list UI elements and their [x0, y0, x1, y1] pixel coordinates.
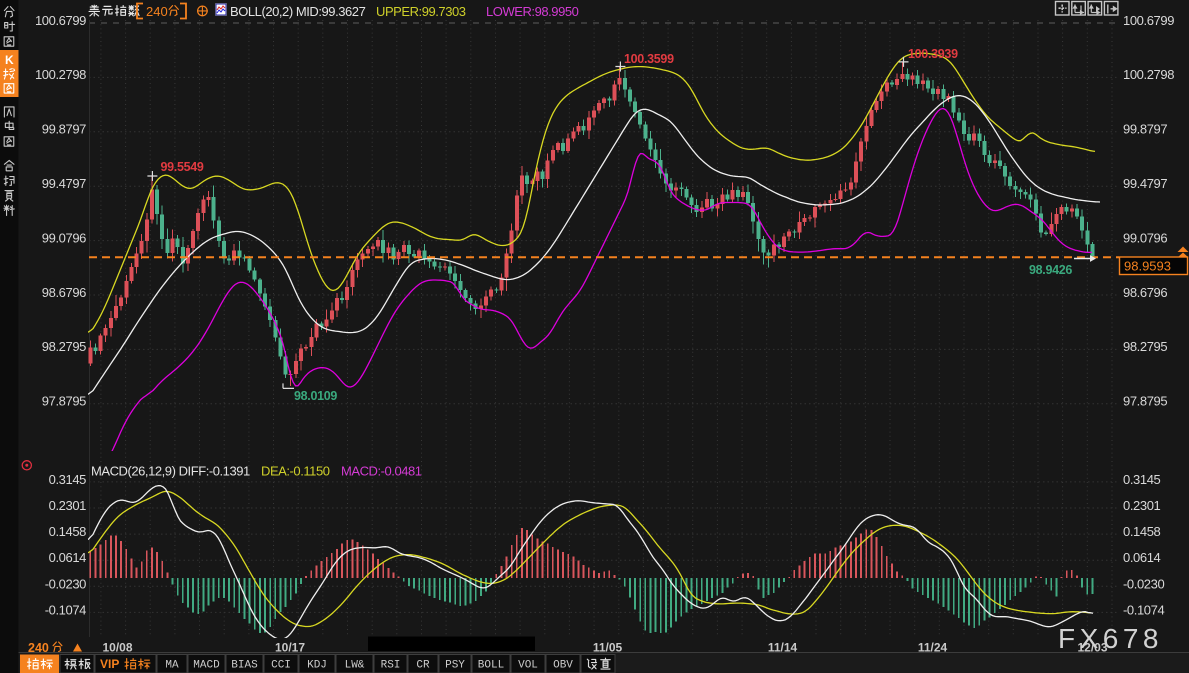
- svg-text:LW&: LW&: [345, 660, 365, 672]
- svg-text:99.8797: 99.8797: [42, 122, 86, 137]
- svg-text:97.8795: 97.8795: [42, 394, 86, 409]
- svg-text:KDJ: KDJ: [307, 660, 327, 672]
- svg-text:K: K: [5, 53, 14, 67]
- svg-text:98.2795: 98.2795: [42, 339, 86, 354]
- svg-text:0.1458: 0.1458: [49, 524, 87, 539]
- svg-text:UPPER:99.7303: UPPER:99.7303: [376, 4, 466, 19]
- svg-text:99.4797: 99.4797: [42, 176, 86, 191]
- svg-text:OBV: OBV: [553, 660, 573, 672]
- svg-text:0.2301: 0.2301: [49, 498, 87, 513]
- svg-text:100.2798: 100.2798: [35, 67, 86, 82]
- svg-text:100.2798: 100.2798: [1123, 67, 1174, 82]
- svg-text:-0.0230: -0.0230: [45, 576, 86, 591]
- svg-text:98.6796: 98.6796: [1123, 285, 1167, 300]
- svg-text:PSY: PSY: [445, 660, 465, 672]
- svg-text:-0.1074: -0.1074: [1123, 602, 1164, 617]
- svg-text:MACD:-0.0481: MACD:-0.0481: [341, 464, 422, 479]
- svg-text:RSI: RSI: [381, 660, 401, 672]
- svg-text:98.0109: 98.0109: [294, 389, 337, 403]
- svg-text:0.0614: 0.0614: [49, 550, 87, 565]
- svg-text:100.6799: 100.6799: [35, 13, 86, 28]
- svg-text:BOLL(20,2) MID:99.3627: BOLL(20,2) MID:99.3627: [230, 4, 366, 19]
- svg-text:CR: CR: [416, 660, 430, 672]
- svg-text:BIAS: BIAS: [231, 660, 258, 672]
- svg-text:99.5549: 99.5549: [161, 160, 204, 174]
- svg-text:BOLL: BOLL: [478, 660, 504, 672]
- svg-text:99.4797: 99.4797: [1123, 176, 1167, 191]
- svg-text:-0.1074: -0.1074: [45, 602, 86, 617]
- svg-text:240: 240: [146, 4, 168, 19]
- svg-text:VIP: VIP: [100, 657, 119, 671]
- svg-text:98.2795: 98.2795: [1123, 339, 1167, 354]
- svg-text:LOWER:98.9950: LOWER:98.9950: [486, 4, 579, 19]
- svg-text:0.3145: 0.3145: [1123, 472, 1161, 487]
- svg-text:MACD(26,12,9) DIFF:-0.1391: MACD(26,12,9) DIFF:-0.1391: [91, 464, 250, 479]
- svg-text:MACD: MACD: [193, 660, 220, 672]
- svg-text:99.0796: 99.0796: [1123, 230, 1167, 245]
- svg-text:MA: MA: [165, 660, 179, 672]
- svg-text:0.2301: 0.2301: [1123, 498, 1161, 513]
- svg-text:0.1458: 0.1458: [1123, 524, 1161, 539]
- svg-text:-0.0230: -0.0230: [1123, 576, 1164, 591]
- svg-text:98.9593: 98.9593: [1124, 259, 1171, 274]
- svg-text:DEA:-0.1150: DEA:-0.1150: [261, 464, 330, 479]
- svg-text:97.8795: 97.8795: [1123, 394, 1167, 409]
- svg-text:100.3939: 100.3939: [908, 47, 958, 61]
- svg-text:100.6799: 100.6799: [1123, 13, 1174, 28]
- svg-text:FX678: FX678: [1058, 623, 1163, 654]
- svg-text:0.3145: 0.3145: [49, 472, 87, 487]
- svg-text:98.6796: 98.6796: [42, 285, 86, 300]
- svg-text:99.8797: 99.8797: [1123, 122, 1167, 137]
- svg-text:99.0796: 99.0796: [42, 230, 86, 245]
- svg-text:0.0614: 0.0614: [1123, 550, 1161, 565]
- svg-text:VOL: VOL: [518, 660, 538, 672]
- svg-text:98.9426: 98.9426: [1029, 263, 1072, 277]
- svg-text:CCI: CCI: [271, 660, 291, 672]
- svg-text:100.3599: 100.3599: [624, 52, 674, 66]
